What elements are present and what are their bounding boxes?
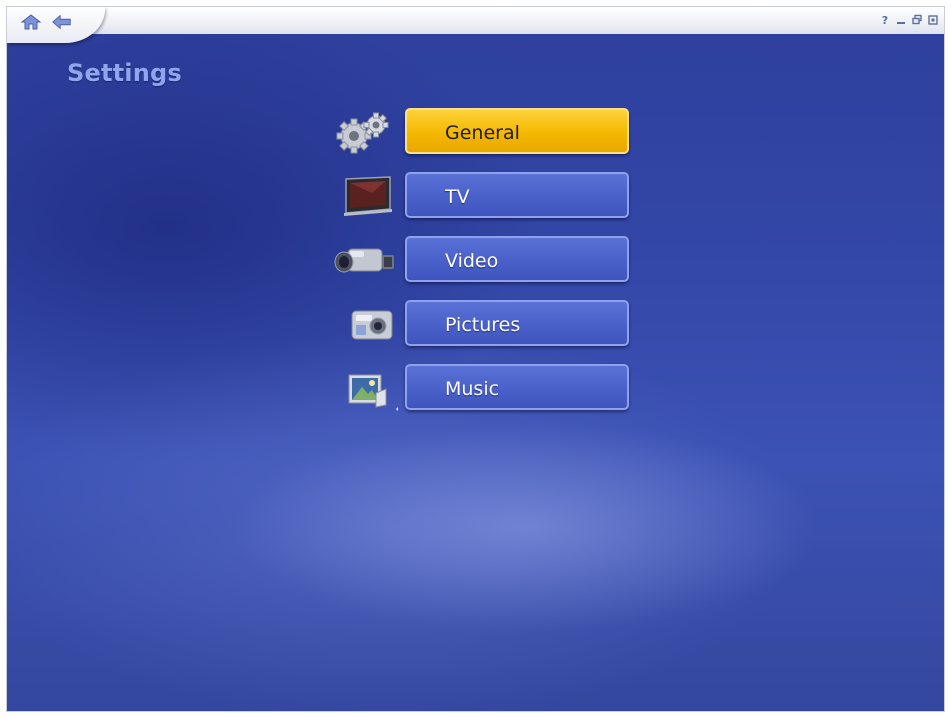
menu-item-general: General bbox=[332, 107, 637, 157]
gears-icon bbox=[332, 109, 398, 155]
video-button[interactable]: Video bbox=[405, 236, 629, 282]
minimize-icon bbox=[897, 22, 905, 24]
video-camera-icon bbox=[332, 237, 398, 283]
close-icon bbox=[928, 15, 938, 25]
music-button[interactable]: Music bbox=[405, 364, 629, 410]
help-button[interactable]: ? bbox=[880, 14, 890, 26]
close-button[interactable] bbox=[928, 14, 938, 26]
window-controls: ? bbox=[880, 13, 938, 27]
back-arrow-icon bbox=[52, 14, 71, 30]
pictures-label: Pictures bbox=[445, 314, 521, 336]
menu-item-video: Video bbox=[332, 235, 637, 285]
general-label: General bbox=[445, 122, 520, 144]
back-button[interactable] bbox=[51, 13, 73, 31]
restore-button[interactable] bbox=[912, 14, 922, 26]
svg-text:?: ? bbox=[882, 14, 888, 26]
menu-item-tv: TV bbox=[332, 171, 637, 221]
menu-item-music: Music bbox=[332, 363, 637, 413]
tv-button[interactable]: TV bbox=[405, 172, 629, 218]
tv-icon bbox=[332, 173, 398, 219]
navigation-tab bbox=[7, 7, 105, 43]
pictures-button[interactable]: Pictures bbox=[405, 300, 629, 346]
general-button[interactable]: General bbox=[405, 108, 629, 154]
tv-label: TV bbox=[445, 186, 470, 208]
home-button[interactable] bbox=[20, 13, 42, 31]
media-center-window: ? Settings General TV Video Pictures Mus… bbox=[7, 7, 944, 711]
help-icon: ? bbox=[882, 14, 888, 26]
video-label: Video bbox=[445, 250, 499, 272]
restore-icon bbox=[912, 14, 922, 25]
music-picture-icon bbox=[332, 365, 400, 411]
photo-camera-icon bbox=[332, 301, 398, 347]
title-bar: ? bbox=[7, 7, 944, 34]
menu-item-pictures: Pictures bbox=[332, 299, 637, 349]
minimize-button[interactable] bbox=[896, 14, 906, 26]
home-icon bbox=[20, 14, 42, 30]
page-title: Settings bbox=[67, 59, 182, 87]
music-label: Music bbox=[445, 378, 500, 400]
